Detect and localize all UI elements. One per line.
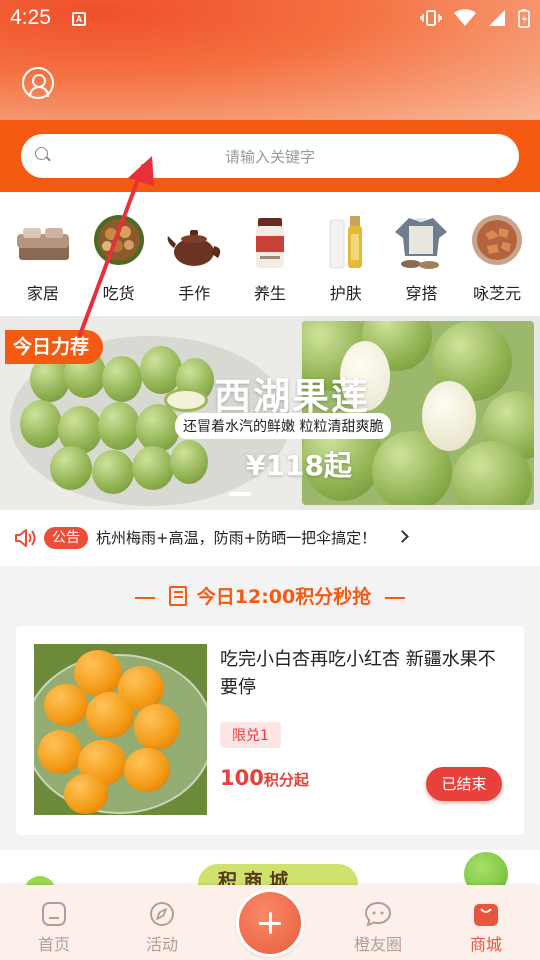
- vibrate-icon: [420, 10, 442, 26]
- status-icons: [420, 8, 530, 28]
- category-item-skincare[interactable]: 护肤: [308, 192, 384, 316]
- banner-subtitle: 还冒着水汽的鲜嫩 粒粒清甜爽脆: [175, 413, 392, 439]
- speaker-icon: [15, 529, 36, 547]
- nav-item-activity[interactable]: 活动: [108, 885, 216, 960]
- category-label: 养生: [254, 284, 287, 303]
- nav-label: 活动: [145, 935, 178, 954]
- supplement-jar-icon: [240, 212, 300, 272]
- category-label: 手作: [178, 284, 211, 303]
- announcement-badge: 公告: [44, 527, 88, 549]
- nav-item-community[interactable]: 橙友圈: [324, 885, 432, 960]
- points-value: 100: [220, 766, 264, 790]
- banner-price: ¥118起: [246, 449, 352, 482]
- category-bar: 家居 吃货 手作 养生 护肤 穿搭 咏芝元: [0, 192, 540, 316]
- category-label: 咏芝元: [473, 284, 522, 303]
- product-points: 100积分起: [220, 766, 309, 790]
- flash-sale-header: 今日12:00积分秒抢: [0, 582, 540, 609]
- product-card[interactable]: 吃完小白杏再吃小红杏 新疆水果不要停 限兑1 100积分起 已结束: [16, 626, 524, 835]
- category-item-handmade[interactable]: 手作: [156, 192, 232, 316]
- category-item-fashion[interactable]: 穿搭: [384, 192, 460, 316]
- product-title: 吃完小白杏再吃小红杏 新疆水果不要停: [220, 649, 496, 698]
- category-item-lingzhi[interactable]: 咏芝元: [459, 192, 535, 316]
- category-item-snacks[interactable]: 吃货: [81, 192, 157, 316]
- lingzhi-icon: [467, 212, 527, 272]
- category-item-wellness[interactable]: 养生: [232, 192, 308, 316]
- search-placeholder: 请输入关键字: [224, 148, 315, 166]
- clothing-icon: [391, 212, 451, 272]
- bedding-icon: [13, 212, 73, 272]
- status-time: 4:25: [10, 6, 51, 29]
- battery-icon: [518, 9, 530, 28]
- search-input[interactable]: 请输入关键字: [21, 134, 519, 178]
- wifi-icon: [454, 9, 476, 26]
- nav-label: 商城: [469, 935, 502, 954]
- chevron-right-icon: [396, 530, 409, 543]
- banner-title: 西湖果莲: [214, 374, 370, 418]
- points-unit: 积分起: [263, 771, 309, 789]
- category-item-home[interactable]: 家居: [5, 192, 81, 316]
- nav-item-mall[interactable]: 商城: [432, 885, 540, 960]
- points-mall-card[interactable]: 积 商 城: [0, 850, 540, 890]
- shopping-bag-icon: [474, 904, 498, 926]
- plus-button[interactable]: [239, 892, 301, 954]
- home-icon: [42, 902, 66, 926]
- divider: [134, 596, 155, 599]
- ended-button[interactable]: 已结束: [426, 767, 502, 801]
- notification-icon: A: [72, 12, 86, 26]
- product-image: [34, 644, 207, 815]
- chat-bubble-icon: [364, 901, 392, 927]
- divider: [385, 596, 406, 599]
- banner-pager-indicator: [229, 492, 251, 496]
- flash-sale-title: 今日12:00积分秒抢: [196, 586, 372, 608]
- compass-icon: [150, 902, 174, 926]
- nav-label: 橙友圈: [353, 935, 402, 954]
- banner-tag: 今日力荐: [5, 330, 104, 364]
- category-label: 家居: [26, 284, 59, 303]
- teapot-icon: [164, 212, 224, 272]
- announcement-bar[interactable]: 公告 杭州梅雨+高温，防雨+防晒一把伞搞定！: [0, 510, 540, 566]
- limit-badge: 限兑1: [220, 722, 281, 748]
- category-label: 护肤: [329, 284, 362, 303]
- checklist-icon: [168, 586, 187, 606]
- announcement-text: 杭州梅雨+高温，防雨+防晒一把伞搞定！: [96, 529, 377, 547]
- category-label: 吃货: [102, 284, 135, 303]
- category-label: 穿搭: [405, 284, 438, 303]
- nav-label: 首页: [37, 935, 70, 954]
- signal-icon: [489, 10, 505, 26]
- status-bar: 4:25 A: [0, 0, 540, 36]
- nuts-icon: [89, 212, 149, 272]
- promo-banner[interactable]: 今日力荐 西湖果莲 还冒着水汽的鲜嫩 粒粒清甜爽脆 ¥118起: [0, 316, 540, 510]
- serum-bottle-icon: [316, 212, 376, 272]
- user-avatar-icon[interactable]: [22, 67, 54, 99]
- nav-item-home[interactable]: 首页: [0, 885, 108, 960]
